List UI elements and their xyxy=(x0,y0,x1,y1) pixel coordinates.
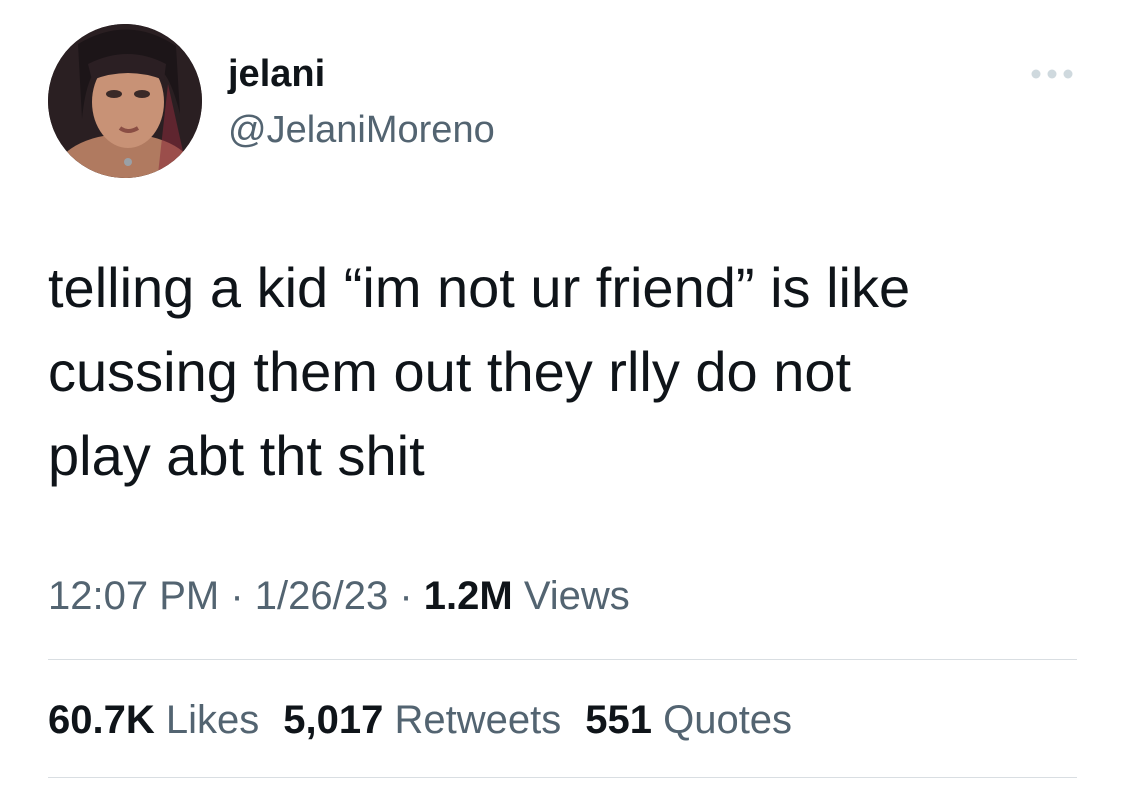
tweet-time[interactable]: 12:07 PM xyxy=(48,574,219,618)
quotes-stat[interactable]: 551 Quotes xyxy=(585,698,792,742)
divider xyxy=(48,777,1077,778)
likes-count: 60.7K xyxy=(48,698,155,742)
engagement-stats: 60.7K Likes 5,017 Retweets 551 Quotes xyxy=(48,696,816,744)
more-options-button[interactable] xyxy=(1028,58,1076,90)
likes-label: Likes xyxy=(154,698,260,742)
tweet-text: telling a kid “im not ur friend” is like… xyxy=(48,256,911,487)
author-display-name[interactable]: jelani xyxy=(228,52,325,96)
quotes-count: 551 xyxy=(585,698,652,742)
views-count: 1.2M xyxy=(423,574,513,618)
quotes-label: Quotes xyxy=(651,698,793,742)
retweets-label: Retweets xyxy=(383,698,562,742)
separator-dot: · xyxy=(219,574,255,618)
likes-stat[interactable]: 60.7K Likes xyxy=(48,698,259,742)
tweet-metadata: 12:07 PM · 1/26/23 · 1.2M Views xyxy=(48,572,630,620)
retweets-count: 5,017 xyxy=(283,698,384,742)
ellipsis-icon xyxy=(1031,69,1073,79)
tweet-date[interactable]: 1/26/23 xyxy=(255,574,388,618)
views-label: Views xyxy=(512,574,630,618)
divider xyxy=(48,659,1077,660)
avatar[interactable] xyxy=(48,24,202,178)
retweets-stat[interactable]: 5,017 Retweets xyxy=(283,698,561,742)
separator-dot: · xyxy=(388,574,424,618)
profile-photo-icon xyxy=(48,24,202,178)
author-handle[interactable]: @JelaniMoreno xyxy=(228,108,495,152)
